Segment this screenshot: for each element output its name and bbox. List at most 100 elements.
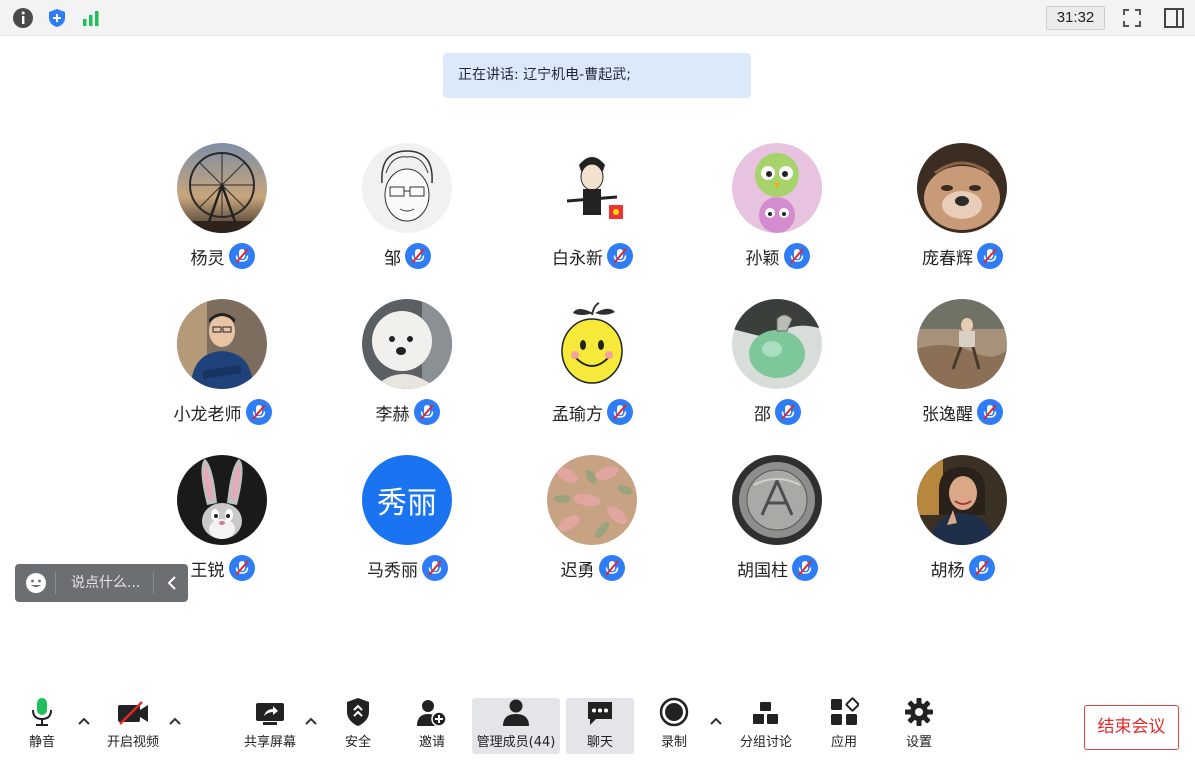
participant-tile[interactable]: 小龙老师 [130, 299, 315, 449]
participant-name-row: 孟瑜方 [500, 397, 685, 427]
settings-button[interactable]: 设置 [899, 698, 939, 754]
chat-quick-input[interactable]: 说点什么... [15, 564, 188, 602]
muted-mic-icon [792, 555, 818, 581]
participant-name: 邵 [754, 404, 771, 425]
participant-name-row: 马秀丽 [315, 553, 500, 583]
participant-tile[interactable]: 胡国柱 [685, 455, 870, 605]
add-user-icon [415, 698, 449, 727]
invite-button[interactable]: 邀请 [411, 698, 453, 754]
muted-mic-icon [413, 399, 440, 425]
participant-name: 张逸醒 [922, 404, 973, 425]
fullscreen-icon[interactable] [1119, 5, 1145, 31]
participant-avatar [177, 455, 267, 545]
participant-avatar [362, 299, 452, 389]
video-options-chevron-icon[interactable] [167, 714, 183, 730]
manage-members-button[interactable]: 管理成员(44) [472, 698, 560, 754]
audio-options-chevron-icon[interactable] [76, 714, 92, 730]
chat-button[interactable]: 聊天 [566, 698, 634, 754]
participant-tile[interactable]: 孟瑜方 [500, 299, 685, 449]
participant-name-row: 李赫 [315, 397, 500, 427]
participant-name-row: 胡杨 [870, 553, 1055, 583]
participant-name: 庞春辉 [922, 248, 973, 269]
gear-icon [902, 697, 936, 727]
shield-icon[interactable] [44, 5, 70, 31]
apps-button[interactable]: 应用 [824, 697, 864, 754]
meeting-timer: 31:32 [1046, 6, 1105, 30]
breakout-rooms-icon [749, 698, 783, 727]
record-icon [657, 697, 691, 727]
participant-tile[interactable]: 孙颖 [685, 143, 870, 293]
mute-label: 静音 [28, 735, 55, 750]
participant-name-row: 邵 [685, 397, 870, 427]
participant-name: 马秀丽 [367, 560, 418, 581]
participant-name-row: 孙颖 [685, 241, 870, 271]
participant-tile[interactable]: 秀丽马秀丽 [315, 455, 500, 605]
collapse-chevron-icon[interactable] [163, 573, 181, 597]
participant-tile[interactable]: 杨灵 [130, 143, 315, 293]
members-icon [499, 698, 533, 727]
record-button[interactable]: 录制 [654, 697, 694, 754]
share-screen-button[interactable]: 共享屏幕 [239, 698, 301, 754]
apps-label: 应用 [830, 735, 857, 750]
participant-tile[interactable]: 胡杨 [870, 455, 1055, 605]
signal-icon[interactable] [78, 5, 104, 31]
video-off-icon [116, 698, 150, 727]
participant-avatar [732, 143, 822, 233]
muted-mic-icon [607, 399, 633, 425]
settings-label: 设置 [905, 735, 932, 750]
security-button[interactable]: 安全 [337, 698, 379, 754]
participant-name: 李赫 [375, 404, 410, 425]
record-options-chevron-icon[interactable] [708, 714, 724, 730]
apps-grid-icon [827, 697, 861, 727]
start-video-button[interactable]: 开启视频 [102, 698, 164, 754]
muted-mic-icon [968, 555, 995, 581]
participant-avatar [917, 299, 1007, 389]
participant-name: 白永新 [552, 248, 603, 269]
participant-name: 胡国柱 [737, 560, 788, 581]
side-panel-icon[interactable] [1161, 5, 1187, 31]
breakout-label: 分组讨论 [739, 735, 792, 750]
participant-tile[interactable]: 李赫 [315, 299, 500, 449]
muted-mic-icon [775, 399, 801, 425]
participant-tile[interactable]: 张逸醒 [870, 299, 1055, 449]
participant-tile[interactable]: 迟勇 [500, 455, 685, 605]
muted-mic-icon [977, 399, 1003, 425]
participant-avatar [732, 299, 822, 389]
share-options-chevron-icon[interactable] [303, 714, 319, 730]
participant-tile[interactable]: 邹 [315, 143, 500, 293]
participant-avatar [732, 455, 822, 545]
share-screen-icon [253, 698, 287, 727]
invite-label: 邀请 [418, 735, 445, 750]
chat-label: 聊天 [586, 735, 613, 750]
chat-placeholder[interactable]: 说点什么... [71, 564, 140, 602]
participant-name-row: 白永新 [500, 241, 685, 271]
members-label: 管理成员(44) [476, 735, 556, 750]
participant-name: 胡杨 [930, 560, 965, 581]
participant-name: 孟瑜方 [552, 404, 603, 425]
participant-avatar: 秀丽 [362, 455, 452, 545]
participant-name-row: 迟勇 [500, 553, 685, 583]
end-meeting-button[interactable]: 结束会议 [1084, 705, 1179, 750]
participant-tile[interactable]: 白永新 [500, 143, 685, 293]
muted-mic-icon [228, 555, 255, 581]
participant-avatar [547, 455, 637, 545]
avatar-initials: 秀丽 [377, 486, 437, 521]
info-icon[interactable] [10, 5, 36, 31]
emoji-icon[interactable] [25, 572, 47, 598]
participant-tile[interactable]: 庞春辉 [870, 143, 1055, 293]
security-shield-icon [341, 697, 375, 727]
muted-mic-icon [422, 555, 448, 581]
participant-name-row: 邹 [315, 241, 500, 271]
video-label: 开启视频 [106, 735, 159, 750]
muted-mic-icon [977, 243, 1003, 269]
participant-name: 迟勇 [560, 560, 595, 581]
breakout-rooms-button[interactable]: 分组讨论 [736, 698, 796, 754]
mute-button[interactable]: 静音 [22, 698, 62, 754]
muted-mic-icon [598, 555, 625, 581]
muted-mic-icon [405, 243, 431, 269]
muted-mic-icon [783, 243, 810, 269]
muted-mic-icon [607, 243, 633, 269]
muted-mic-icon [245, 399, 272, 425]
participant-tile[interactable]: 邵 [685, 299, 870, 449]
participant-name: 杨灵 [190, 248, 225, 269]
